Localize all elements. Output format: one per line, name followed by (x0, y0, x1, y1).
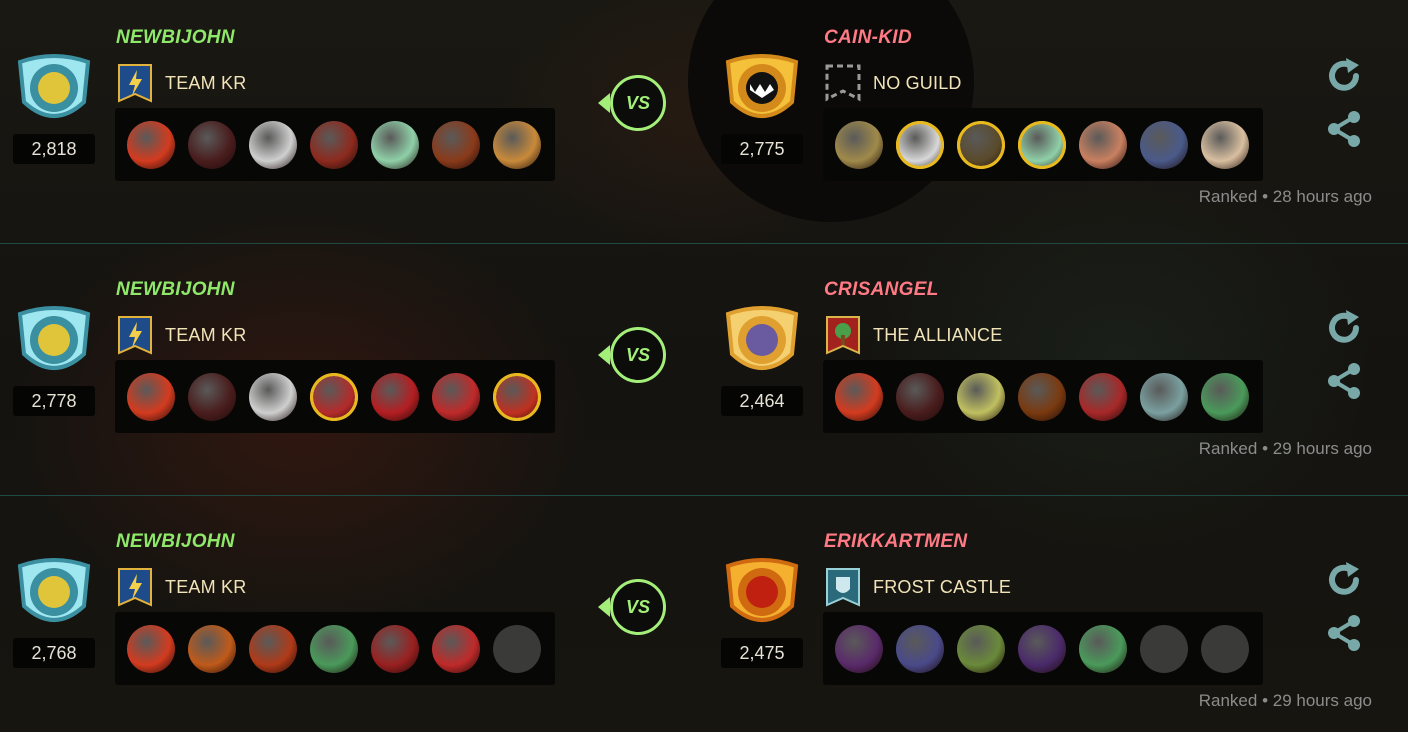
share-icon[interactable] (1322, 107, 1366, 151)
wizard-shield-icon[interactable] (720, 302, 804, 380)
dwarf-shield-icon[interactable] (12, 50, 96, 128)
refresh-icon[interactable] (1322, 558, 1366, 602)
refresh-icon[interactable] (1322, 54, 1366, 98)
demon-cat-card-icon[interactable] (188, 120, 236, 169)
guild-info[interactable]: TEAM KR (116, 63, 246, 103)
player-rating: 2,778 (13, 386, 95, 416)
green-zombie-card-icon[interactable] (310, 624, 358, 673)
player-name[interactable]: CAIN-KID (824, 27, 912, 49)
guild-name: TEAM KR (165, 324, 247, 345)
lightning-banner-icon (116, 63, 154, 103)
guild-name: TEAM KR (165, 72, 247, 93)
red-warrior-card-icon[interactable] (310, 120, 358, 169)
dwarf-shield-icon[interactable] (12, 302, 96, 380)
player-rating: 2,464 (721, 386, 803, 416)
share-icon[interactable] (1322, 611, 1366, 655)
golem-card-icon[interactable] (835, 120, 883, 169)
guild-info[interactable]: FROST CASTLE (824, 567, 1011, 607)
lightning-banner-icon (116, 567, 154, 607)
vs-badge: VS (598, 327, 666, 383)
battle-row: 2,768 NEWBIJOHN TEAM KR 2,475 ERIKKARTMEN FR… (0, 504, 1408, 732)
team-cards (115, 612, 555, 685)
team-cards (823, 108, 1263, 181)
empty-slot-icon (1140, 624, 1188, 673)
armored-tank-card-icon[interactable] (957, 120, 1005, 169)
battle-meta: Ranked • 28 hours ago (1198, 187, 1372, 206)
goblin-chef-card-icon[interactable] (957, 624, 1005, 673)
guild-name: NO GUILD (873, 72, 962, 93)
ogre-card-icon[interactable] (493, 120, 541, 169)
team-cards (115, 108, 555, 181)
frost-shield-banner-icon (824, 567, 862, 607)
horned-demon-card-icon[interactable] (371, 624, 419, 673)
team-cards (115, 360, 555, 433)
vs-badge: VS (598, 579, 666, 635)
white-chicken-card-icon[interactable] (896, 120, 944, 169)
guild-info[interactable]: TEAM KR (116, 315, 246, 355)
guild-info[interactable]: TEAM KR (116, 567, 246, 607)
mech-warrior-card-icon[interactable] (1140, 372, 1188, 421)
fangs-monster-icon[interactable] (720, 50, 804, 128)
red-devil-card-icon[interactable] (432, 372, 480, 421)
tree-banner-icon (824, 315, 862, 355)
green-spirit-card-icon[interactable] (1018, 120, 1066, 169)
guild-info[interactable]: THE ALLIANCE (824, 315, 1002, 355)
player-rating: 2,768 (13, 638, 95, 668)
refresh-icon[interactable] (1322, 306, 1366, 350)
fire-monk-card-icon[interactable] (432, 120, 480, 169)
imp-card-icon[interactable] (310, 372, 358, 421)
guild-name: FROST CASTLE (873, 576, 1012, 597)
white-chicken-card-icon[interactable] (249, 372, 297, 421)
guild-info[interactable]: NO GUILD (824, 63, 962, 103)
battle-row: 2,778 NEWBIJOHN TEAM KR 2,464 CRISANGEL THE … (0, 252, 1408, 504)
fire-beast-card-icon[interactable] (835, 372, 883, 421)
player-name[interactable]: NEWBIJOHN (116, 27, 235, 49)
red-devil-card-icon[interactable] (432, 624, 480, 673)
pale-beast-card-icon[interactable] (1201, 120, 1249, 169)
ice-wisp-card-icon[interactable] (896, 624, 944, 673)
green-spirit-card-icon[interactable] (371, 120, 419, 169)
player-name[interactable]: NEWBIJOHN (116, 531, 235, 553)
lava-golem-card-icon[interactable] (1018, 372, 1066, 421)
demon-cat-card-icon[interactable] (896, 372, 944, 421)
player-rating: 2,775 (721, 134, 803, 164)
vs-badge: VS (598, 75, 666, 131)
dwarf-shield-icon[interactable] (12, 554, 96, 632)
battle-meta: Ranked • 29 hours ago (1198, 439, 1372, 458)
battle-row: 2,818 NEWBIJOHN TEAM KR 2,775 CAIN-KID NO GU… (0, 0, 1408, 252)
player-name[interactable]: NEWBIJOHN (116, 279, 235, 301)
team-cards (823, 360, 1263, 433)
hero-boy-card-icon[interactable] (1079, 120, 1127, 169)
screaming-ghoul-card-icon[interactable] (835, 624, 883, 673)
player-rating: 2,475 (721, 638, 803, 668)
empty-slot-icon (1201, 624, 1249, 673)
player-name[interactable]: ERIKKARTMEN (824, 531, 967, 553)
elf-archer-card-icon[interactable] (957, 372, 1005, 421)
empty-slot-icon (493, 624, 541, 673)
empty-banner-icon (824, 63, 862, 103)
green-zombie-card-icon[interactable] (1201, 372, 1249, 421)
blue-knight-card-icon[interactable] (1140, 120, 1188, 169)
share-icon[interactable] (1322, 359, 1366, 403)
team-cards (823, 612, 1263, 685)
fire-demon-card-icon[interactable] (493, 372, 541, 421)
imp-card-icon[interactable] (1079, 372, 1127, 421)
green-zombie-card-icon[interactable] (1079, 624, 1127, 673)
fire-imp-card-icon[interactable] (249, 624, 297, 673)
guild-name: TEAM KR (165, 576, 247, 597)
player-rating: 2,818 (13, 134, 95, 164)
player-name[interactable]: CRISANGEL (824, 279, 939, 301)
white-chicken-card-icon[interactable] (249, 120, 297, 169)
guild-name: THE ALLIANCE (873, 324, 1003, 345)
lightning-banner-icon (116, 315, 154, 355)
fire-beast-card-icon[interactable] (127, 120, 175, 169)
battle-meta: Ranked • 29 hours ago (1198, 691, 1372, 710)
fire-beast-card-icon[interactable] (127, 624, 175, 673)
demon-cat-card-icon[interactable] (188, 372, 236, 421)
flame-girl-card-icon[interactable] (188, 624, 236, 673)
red-devil-card-icon[interactable] (371, 372, 419, 421)
flaming-skull-shield-icon[interactable] (720, 554, 804, 632)
fire-beast-card-icon[interactable] (127, 372, 175, 421)
dark-beast-card-icon[interactable] (1018, 624, 1066, 673)
